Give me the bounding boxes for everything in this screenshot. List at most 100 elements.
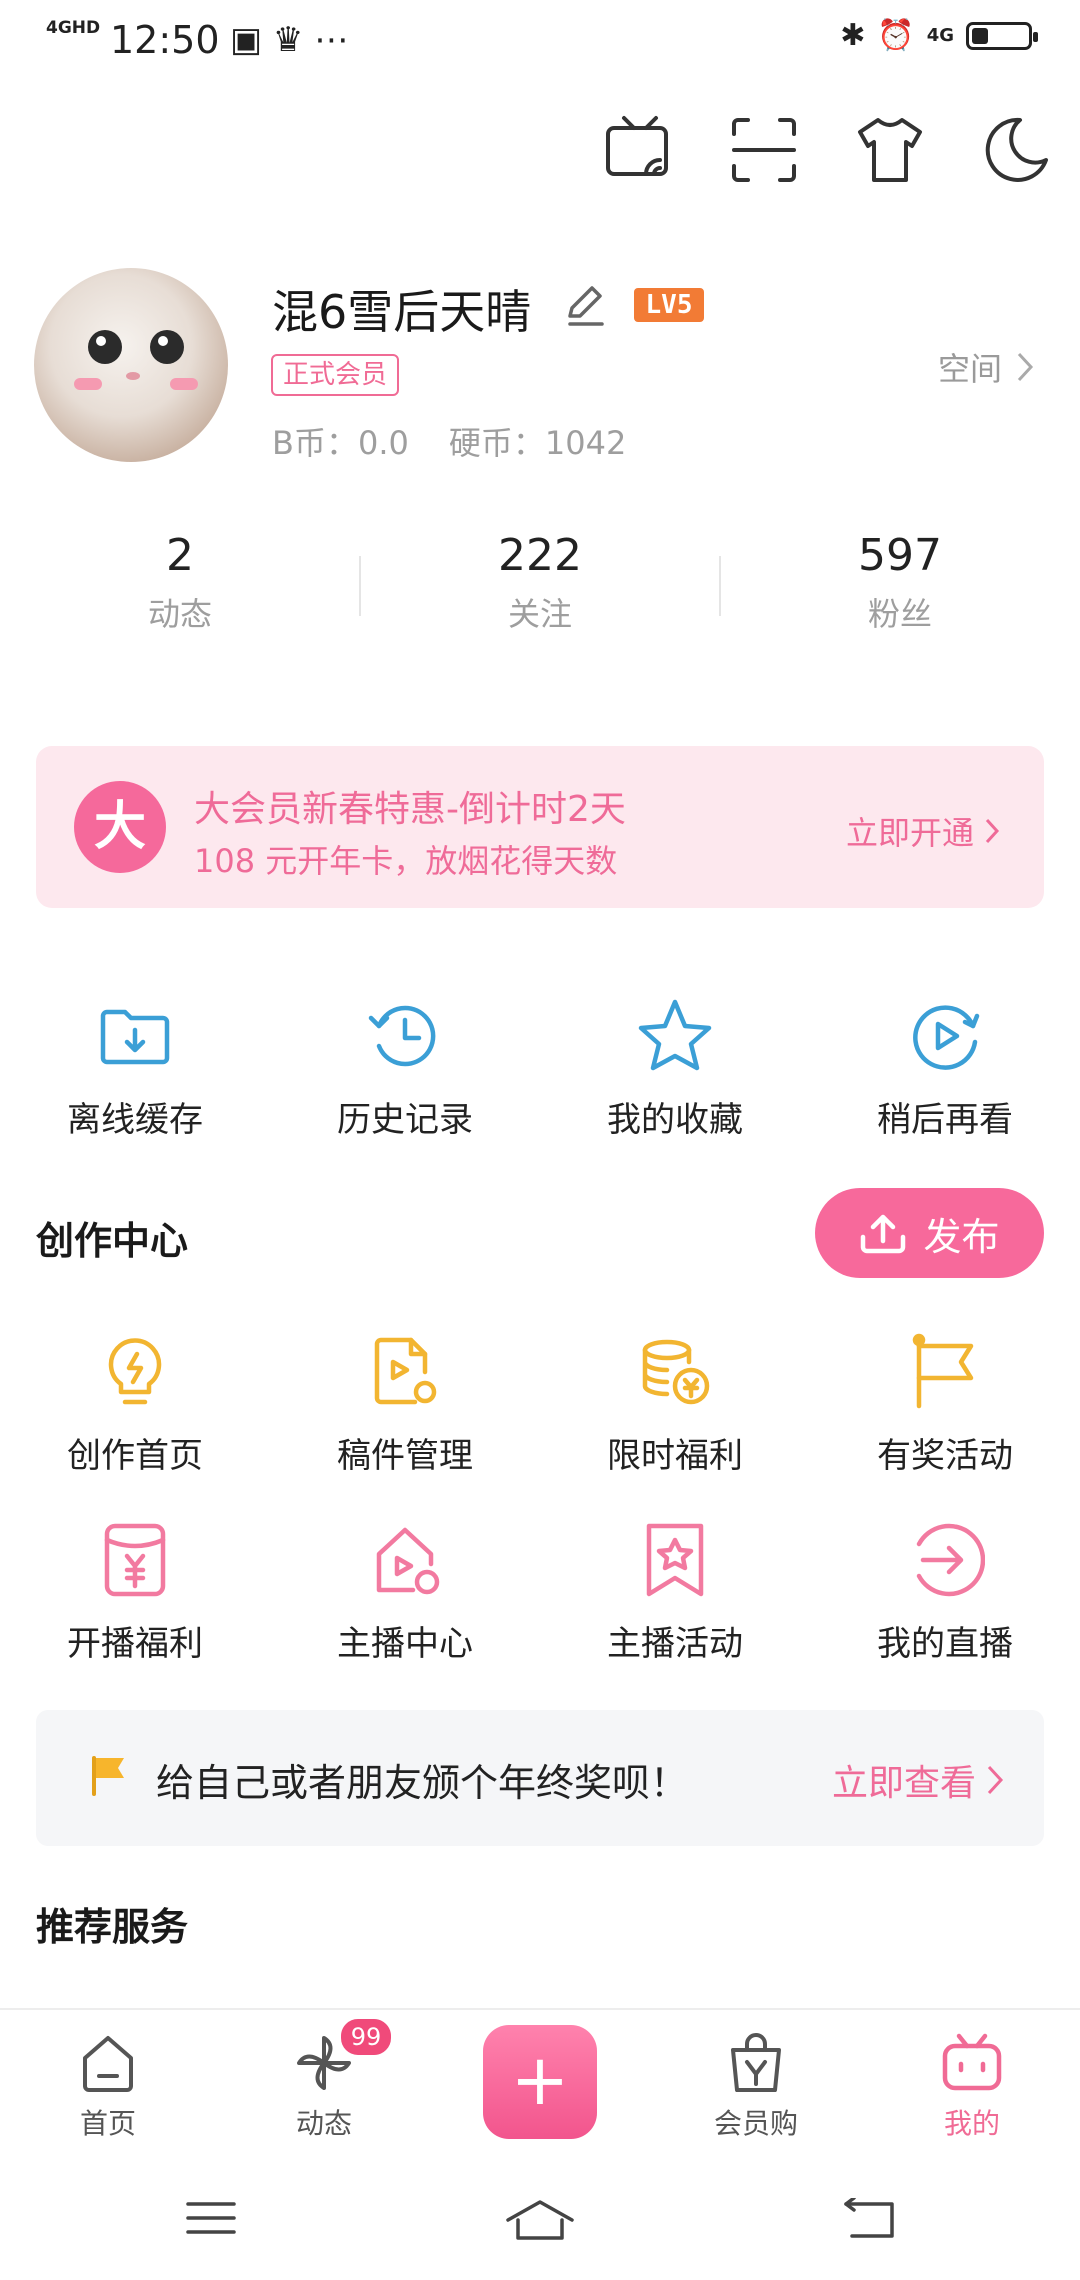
year-end-bonus-notice[interactable]: 给自己或者朋友颁个年终奖呗！ 立即查看 <box>36 1710 1044 1846</box>
clock: 12:50 <box>110 18 220 62</box>
alarm-icon: ⏰ <box>877 18 915 53</box>
tv-cast-icon[interactable] <box>602 112 678 188</box>
home-icon <box>75 2030 141 2096</box>
create-plus-button[interactable]: + <box>483 2025 597 2139</box>
network-indicator: 4GHD <box>46 18 101 38</box>
publish-label: 发布 <box>923 1214 1000 1259</box>
flag-icon <box>905 1332 985 1412</box>
system-status-icons: ✱ ⏰ 4G <box>840 18 1038 53</box>
space-link[interactable]: 空间 <box>938 344 1034 390</box>
chevron-right-icon <box>1017 352 1034 382</box>
status-bar: 4GHD 12:50 ▣ ♛ ⋯ ✱ ⏰ 4G <box>0 0 1080 84</box>
creation-limited-benefits[interactable]: 限时福利 <box>540 1332 810 1477</box>
notice-text: 给自己或者朋友颁个年终奖呗！ <box>156 1761 689 1805</box>
stat-label: 关注 <box>507 595 572 633</box>
divider <box>719 556 721 616</box>
recommend-title: 推荐服务 <box>36 1905 189 1949</box>
live-enter-icon <box>905 1520 986 1600</box>
bluetooth-icon: ✱ <box>840 18 866 53</box>
quick-history[interactable]: 历史记录 <box>270 996 540 1141</box>
quick-watch-later[interactable]: 稍后再看 <box>810 996 1080 1141</box>
chevron-right-icon <box>985 818 1000 844</box>
download-folder-icon <box>95 996 175 1076</box>
member-badge: 正式会员 <box>271 354 400 396</box>
wallet-info: B币：0.0 硬币：1042 <box>272 418 666 464</box>
streamer-home-icon <box>365 1520 445 1600</box>
tab-label: 会员购 <box>713 2107 798 2140</box>
plus-icon: + <box>510 2039 570 2121</box>
nickname[interactable]: 混6雪后天晴 <box>272 276 531 342</box>
creation-center-title: 创作中心 <box>36 1219 189 1263</box>
tab-mine[interactable]: 我的 <box>882 2030 1062 2142</box>
stat-label: 动态 <box>147 595 212 633</box>
notice-cta-label: 立即查看 <box>831 1763 976 1804</box>
creation-label: 开播福利 <box>67 1624 203 1664</box>
coin-balance: 硬币：1042 <box>448 424 627 462</box>
history-clock-icon <box>365 996 445 1076</box>
stat-following[interactable]: 222 关注 <box>390 530 690 635</box>
stat-value: 222 <box>498 530 582 581</box>
creation-streamer-events[interactable]: 主播活动 <box>540 1520 810 1665</box>
chevron-right-icon <box>987 1765 1004 1795</box>
bookmark-star-icon <box>635 1520 715 1600</box>
shopping-bag-icon <box>723 2030 789 2096</box>
star-icon <box>635 996 715 1076</box>
quick-label: 历史记录 <box>337 1100 473 1140</box>
home-gesture-icon[interactable] <box>504 2198 576 2242</box>
creation-home[interactable]: 创作首页 <box>0 1332 270 1477</box>
quick-offline-cache[interactable]: 离线缓存 <box>0 996 270 1141</box>
vip-logo-icon: 大 <box>74 781 166 873</box>
divider <box>359 556 361 616</box>
stat-label: 粉丝 <box>867 595 932 633</box>
quick-label: 稍后再看 <box>877 1100 1013 1140</box>
quick-label: 我的收藏 <box>607 1100 743 1140</box>
creation-label: 主播活动 <box>607 1624 743 1664</box>
signal-4g: 4G <box>926 25 954 46</box>
stat-value: 2 <box>166 530 194 581</box>
edit-pencil-icon[interactable] <box>562 282 608 328</box>
watch-later-icon <box>905 996 985 1076</box>
back-icon[interactable] <box>842 2198 896 2240</box>
level-badge: LV5 <box>634 288 704 322</box>
system-navigation-bar <box>0 2158 1080 2280</box>
vip-title: 大会员新春特惠-倒计时2天 <box>194 789 626 830</box>
tab-member-shop[interactable]: 会员购 <box>666 2030 846 2142</box>
quick-favorites[interactable]: 我的收藏 <box>540 996 810 1141</box>
creation-label: 限时福利 <box>607 1436 743 1476</box>
vip-cta-label: 立即开通 <box>845 814 974 852</box>
manuscript-icon <box>365 1332 445 1412</box>
vip-subtitle: 108 元开年卡，放烟花得天数 <box>194 842 618 880</box>
red-envelope-icon <box>95 1520 175 1600</box>
tab-home[interactable]: 首页 <box>18 2030 198 2142</box>
creation-label: 创作首页 <box>67 1436 203 1476</box>
battery-icon <box>966 21 1038 50</box>
tab-label: 动态 <box>295 2107 352 2140</box>
notice-view-button[interactable]: 立即查看 <box>832 1754 1004 1806</box>
stat-dynamics[interactable]: 2 动态 <box>30 530 330 635</box>
creation-label: 稿件管理 <box>337 1436 473 1476</box>
night-mode-moon-icon[interactable] <box>978 112 1054 188</box>
flag-icon <box>88 1754 128 1798</box>
vip-promo-banner[interactable]: 大 大会员新春特惠-倒计时2天 108 元开年卡，放烟花得天数 立即开通 <box>36 746 1044 908</box>
creation-my-live[interactable]: 我的直播 <box>810 1520 1080 1665</box>
avatar[interactable] <box>34 268 228 462</box>
vip-open-button[interactable]: 立即开通 <box>846 808 1000 854</box>
stat-value: 597 <box>858 530 942 581</box>
creation-streamer-center[interactable]: 主播中心 <box>270 1520 540 1665</box>
dynamics-unread-badge: 99 <box>338 2016 394 2058</box>
creation-label: 主播中心 <box>337 1624 473 1664</box>
notification-icons: ▣ ♛ ⋯ <box>230 20 349 60</box>
menu-icon[interactable] <box>184 2198 238 2238</box>
creation-streaming-benefits[interactable]: 开播福利 <box>0 1520 270 1665</box>
creation-manuscripts[interactable]: 稿件管理 <box>270 1332 540 1477</box>
publish-button[interactable]: 发布 <box>815 1188 1044 1278</box>
creation-reward-events[interactable]: 有奖活动 <box>810 1332 1080 1477</box>
upload-icon <box>861 1214 906 1254</box>
creation-label: 我的直播 <box>877 1624 1013 1664</box>
quick-label: 离线缓存 <box>67 1100 203 1140</box>
scan-icon[interactable] <box>726 112 802 188</box>
dress-up-shirt-icon[interactable] <box>852 112 928 188</box>
creation-label: 有奖活动 <box>877 1436 1013 1476</box>
stat-followers[interactable]: 597 粉丝 <box>750 530 1050 635</box>
space-link-label: 空间 <box>937 350 1002 388</box>
